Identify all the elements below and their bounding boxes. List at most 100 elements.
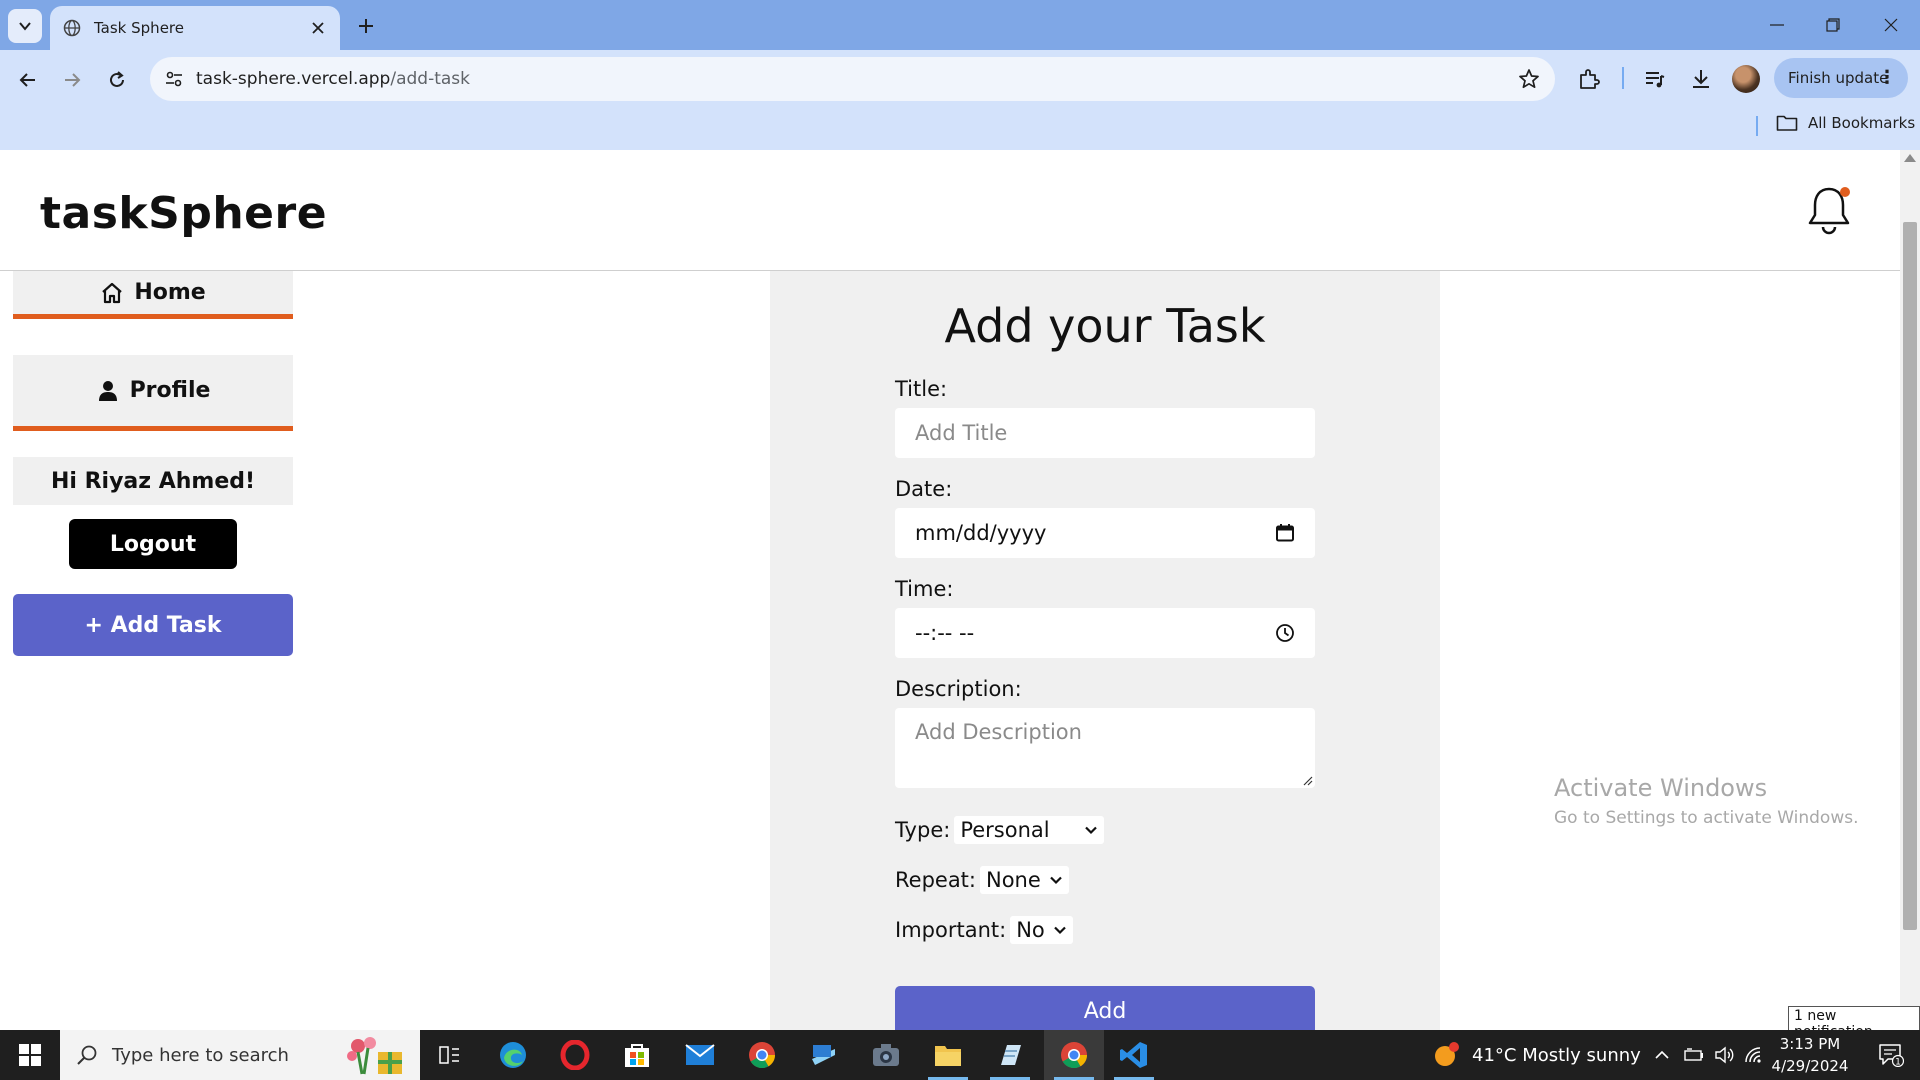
plus-icon <box>359 19 373 33</box>
downloads-button[interactable] <box>1686 64 1716 94</box>
type-value: Personal <box>960 818 1050 842</box>
camera-app-button[interactable] <box>858 1030 914 1080</box>
chrome-active-app-button[interactable] <box>1044 1030 1104 1080</box>
edge-icon <box>500 1042 526 1068</box>
sidebar-item-home[interactable]: Home <box>13 271 293 319</box>
address-bar[interactable]: task-sphere.vercel.app/add-task <box>150 57 1555 101</box>
puzzle-icon <box>1580 69 1600 89</box>
file-explorer-app-button[interactable] <box>920 1030 976 1080</box>
title-label: Title: <box>895 377 948 401</box>
chrome-app-button[interactable] <box>734 1030 790 1080</box>
volume-button[interactable] <box>1710 1030 1738 1080</box>
battery-button[interactable] <box>1680 1030 1708 1080</box>
watermark-line-2: Go to Settings to activate Windows. <box>1554 808 1859 828</box>
store-app-button[interactable] <box>609 1030 665 1080</box>
type-select[interactable]: Personal <box>954 816 1105 844</box>
show-hidden-icons-button[interactable] <box>1648 1030 1676 1080</box>
description-input[interactable]: Add Description <box>895 708 1315 788</box>
notification-center-button[interactable]: 1 <box>1862 1030 1920 1080</box>
resize-handle-icon[interactable] <box>1301 774 1313 786</box>
chevron-up-icon <box>1655 1050 1669 1059</box>
store-icon <box>625 1044 649 1067</box>
vscode-app-button[interactable] <box>1106 1030 1162 1080</box>
chevron-down-icon <box>1053 926 1066 935</box>
new-tab-button[interactable] <box>352 12 380 40</box>
taskbar-clock[interactable]: 3:13 PM 4/29/2024 <box>1758 1033 1862 1077</box>
media-controls-button[interactable] <box>1640 64 1670 94</box>
weather-text: 41°C Mostly sunny <box>1472 1044 1641 1066</box>
user-greeting: Hi Riyaz Ahmed! <box>13 457 293 505</box>
folder-icon <box>1776 115 1798 131</box>
url-path: /add-task <box>390 69 471 89</box>
scrollbar-thumb[interactable] <box>1903 222 1917 930</box>
browser-tab-bar: Task Sphere <box>0 0 1920 50</box>
minimize-icon <box>1770 24 1784 26</box>
home-icon <box>102 282 123 303</box>
edge-app-button[interactable] <box>485 1030 541 1080</box>
add-task-form: Add your Task Title: Add Title Date: mm/… <box>770 271 1440 1030</box>
vscode-icon <box>1120 1042 1147 1068</box>
extensions-button[interactable] <box>1574 64 1604 94</box>
time-input[interactable]: --:-- -- <box>895 608 1315 658</box>
title-input[interactable]: Add Title <box>895 408 1315 458</box>
chrome-icon <box>1061 1042 1088 1069</box>
remote-desktop-icon <box>812 1045 835 1065</box>
finish-update-label: Finish update <box>1788 69 1889 87</box>
site-settings-icon[interactable] <box>164 69 184 89</box>
search-icon <box>77 1045 97 1065</box>
taskbar-search-input[interactable]: Type here to search <box>60 1030 420 1080</box>
close-icon[interactable] <box>308 18 328 38</box>
watermark-line-1: Activate Windows <box>1554 774 1768 802</box>
chevron-down-icon <box>1085 826 1098 835</box>
important-value: No <box>1016 918 1045 942</box>
notepad-app-button[interactable] <box>982 1030 1038 1080</box>
clock-icon[interactable] <box>1275 623 1295 643</box>
toolbar-divider <box>1622 67 1624 89</box>
logout-button[interactable]: Logout <box>69 519 237 569</box>
submit-add-button[interactable]: Add <box>895 986 1315 1030</box>
bell-icon[interactable] <box>1804 183 1854 237</box>
task-view-button[interactable] <box>422 1030 478 1080</box>
repeat-select[interactable]: None <box>980 866 1069 894</box>
repeat-label: Repeat: <box>895 868 976 892</box>
forward-button[interactable] <box>54 62 90 98</box>
restore-button[interactable] <box>1804 0 1862 50</box>
user-icon <box>98 380 117 401</box>
title-placeholder: Add Title <box>915 421 1008 445</box>
date-label: Date: <box>895 477 953 501</box>
sidebar-item-profile[interactable]: Profile <box>13 355 293 431</box>
notification-icon: 1 <box>1879 1044 1904 1067</box>
back-button[interactable] <box>10 62 46 98</box>
browser-tab[interactable]: Task Sphere <box>50 6 340 50</box>
mail-app-button[interactable] <box>672 1030 728 1080</box>
remote-app-button[interactable] <box>796 1030 852 1080</box>
scroll-up-arrow[interactable] <box>1904 154 1916 162</box>
tab-search-button[interactable] <box>8 9 42 43</box>
type-label: Type: <box>895 818 951 842</box>
notepad-icon <box>1001 1045 1021 1065</box>
web-page: taskSphere Home Profile Hi Riyaz Ahmed! … <box>0 150 1900 1030</box>
minimize-button[interactable] <box>1748 0 1806 50</box>
chrome-icon <box>749 1042 776 1069</box>
start-button[interactable] <box>0 1030 60 1080</box>
weather-widget[interactable]: 41°C Mostly sunny <box>1432 1030 1641 1080</box>
app-logo[interactable]: taskSphere <box>40 188 327 239</box>
calendar-icon[interactable] <box>1275 523 1295 543</box>
windows-logo-icon <box>19 1044 41 1066</box>
reload-button[interactable] <box>99 62 135 98</box>
date-input[interactable]: mm/dd/yyyy <box>895 508 1315 558</box>
finish-update-button[interactable]: Finish update ⋮ <box>1774 58 1908 98</box>
close-icon <box>1884 18 1898 32</box>
clock-date: 4/29/2024 <box>1771 1057 1849 1075</box>
close-window-button[interactable] <box>1862 0 1920 50</box>
profile-avatar[interactable] <box>1732 65 1760 93</box>
all-bookmarks-button[interactable]: All Bookmarks <box>1776 114 1915 132</box>
add-task-button[interactable]: + Add Task <box>13 594 293 656</box>
bookmarks-bar <box>0 108 1920 150</box>
gift-flowers-icon[interactable] <box>344 1034 408 1076</box>
important-select[interactable]: No <box>1010 916 1073 944</box>
opera-app-button[interactable] <box>547 1030 603 1080</box>
activate-windows-watermark: Activate Windows Go to Settings to activ… <box>1554 774 1859 828</box>
bookmarks-divider <box>1756 116 1758 136</box>
star-icon[interactable] <box>1517 67 1541 91</box>
